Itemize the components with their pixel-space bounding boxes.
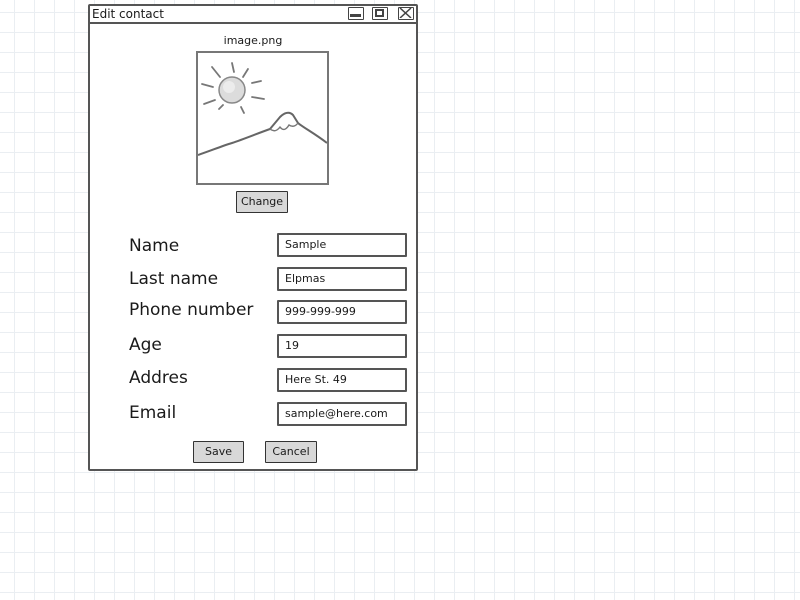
phone-number-input[interactable]: 999-999-999 (277, 300, 407, 324)
email-label: Email (129, 403, 177, 423)
name-input[interactable]: Sample (277, 233, 407, 257)
cancel-button[interactable]: Cancel (265, 441, 317, 463)
change-image-button[interactable]: Change (236, 191, 288, 213)
last-name-label: Last name (129, 269, 219, 289)
window-title: Edit contact (92, 7, 164, 21)
last-name-input[interactable]: Elpmas (277, 267, 407, 291)
address-input[interactable]: Here St. 49 (277, 368, 407, 392)
close-icon (399, 8, 412, 18)
email-input[interactable]: sample@here.com (277, 402, 407, 426)
title-bar: Edit contact (90, 6, 416, 24)
name-label: Name (129, 236, 180, 256)
maximize-button[interactable] (372, 7, 388, 20)
image-filename: image.png (223, 34, 283, 47)
phone-number-label: Phone number (129, 300, 254, 320)
minimize-button[interactable] (348, 7, 364, 20)
save-button[interactable]: Save (193, 441, 244, 463)
maximize-icon (375, 9, 384, 17)
age-input[interactable]: 19 (277, 334, 407, 358)
address-label: Addres (129, 368, 188, 388)
landscape-image-icon (197, 62, 328, 156)
close-button[interactable] (398, 7, 414, 20)
minimize-icon (350, 14, 361, 17)
age-label: Age (129, 335, 162, 355)
contact-image (196, 51, 329, 185)
edit-contact-window: Edit contact image.png Change Name Sampl… (88, 4, 418, 471)
